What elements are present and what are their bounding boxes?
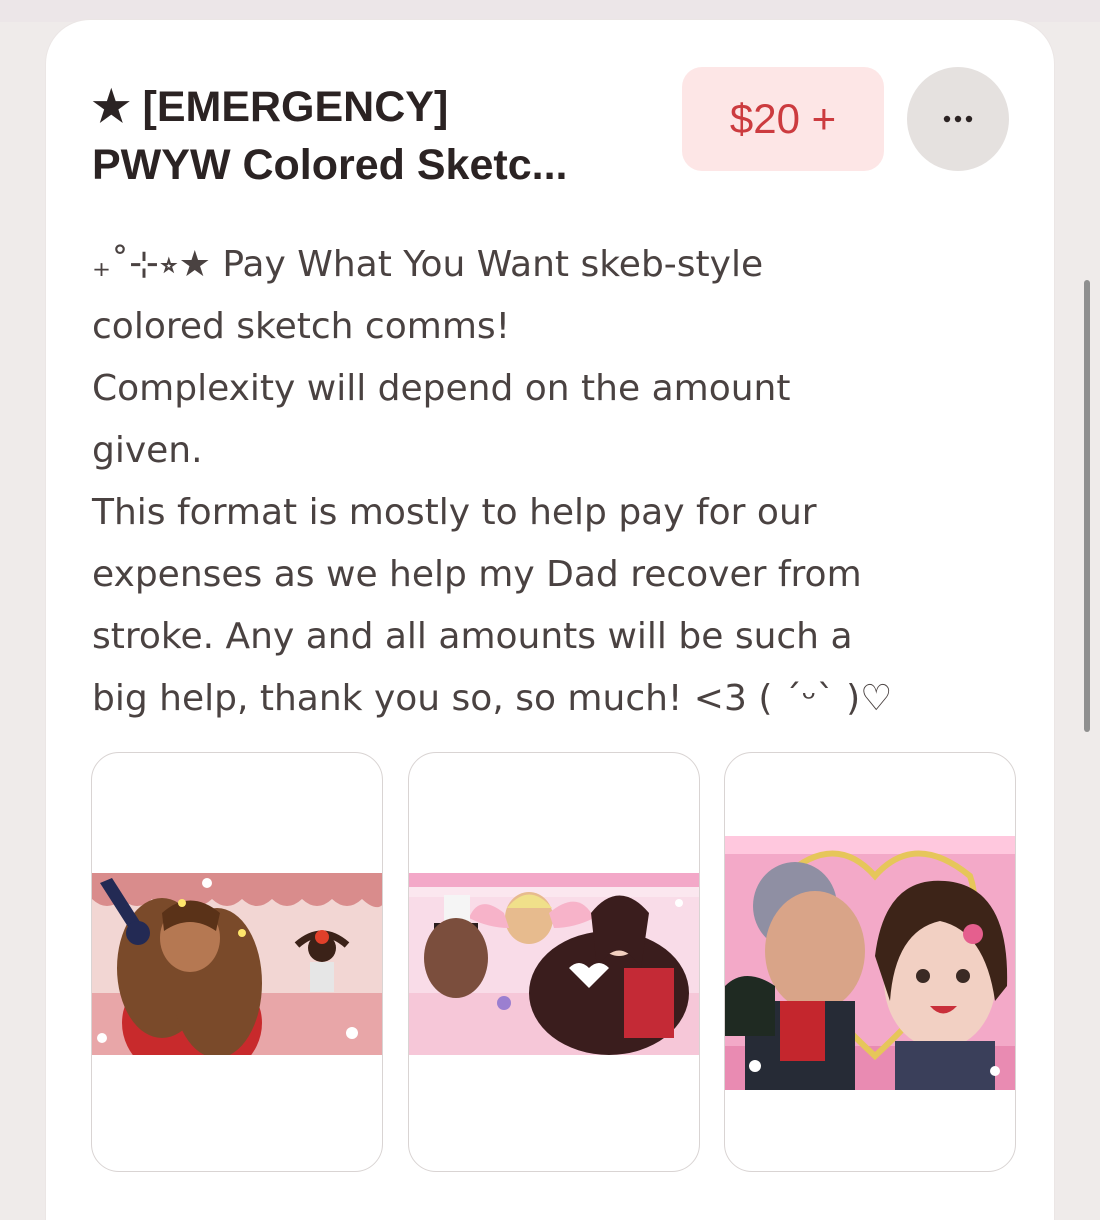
sample-artwork-1 <box>92 873 382 1055</box>
description-line: big help, thank you so, so much! <3 ( ˊᵕ… <box>92 678 893 719</box>
gallery-thumbnail-2[interactable] <box>408 752 700 1172</box>
listing-description: ₊˚⊹⭒★ Pay What You Want skeb-style color… <box>92 234 992 730</box>
top-strip <box>0 0 1100 22</box>
gallery-thumbnail-3[interactable] <box>724 752 1016 1172</box>
gallery-thumbnail-1[interactable] <box>91 752 383 1172</box>
ellipsis-icon <box>943 115 973 123</box>
title-line-1: ★ [EMERGENCY] <box>92 83 449 131</box>
more-options-button[interactable] <box>907 67 1009 171</box>
scrollbar[interactable] <box>1084 280 1090 732</box>
title-line-2: PWYW Colored Sketc... <box>92 141 568 189</box>
description-line: given. <box>92 430 203 471</box>
description-line: Complexity will depend on the amount <box>92 368 791 409</box>
description-line: This format is mostly to help pay for ou… <box>92 492 817 533</box>
listing-title: ★ [EMERGENCY] PWYW Colored Sketc... <box>92 78 682 194</box>
description-line: stroke. Any and all amounts will be such… <box>92 616 853 657</box>
sample-artwork-2 <box>409 873 699 1055</box>
sample-artwork-3 <box>725 836 1015 1090</box>
price-badge[interactable]: $20 + <box>682 67 884 171</box>
description-line: expenses as we help my Dad recover from <box>92 554 862 595</box>
description-line: ₊˚⊹⭒★ Pay What You Want skeb-style <box>92 244 764 285</box>
description-line: colored sketch comms! <box>92 306 511 347</box>
